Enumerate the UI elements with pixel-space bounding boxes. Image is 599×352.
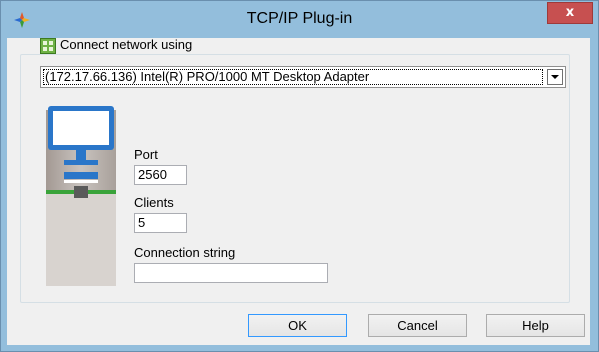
chevron-down-icon[interactable] — [547, 69, 563, 85]
adapter-select[interactable]: (172.17.66.136) Intel(R) PRO/1000 MT Des… — [40, 66, 566, 88]
close-button[interactable]: x — [547, 2, 593, 24]
port-field[interactable]: 2560 — [134, 165, 187, 185]
connection-string-label: Connection string — [134, 245, 236, 260]
computer-icon — [46, 106, 116, 286]
window-title: TCP/IP Plug-in — [246, 10, 353, 27]
adapter-select-value: (172.17.66.136) Intel(R) PRO/1000 MT Des… — [45, 69, 370, 84]
port-label: Port — [134, 147, 158, 162]
network-label: Connect network using — [60, 37, 193, 52]
cancel-button[interactable]: Cancel — [368, 314, 467, 337]
clients-label: Clients — [134, 195, 174, 210]
ok-button[interactable]: OK — [248, 314, 347, 337]
clients-field[interactable]: 5 — [134, 213, 187, 233]
title-bar[interactable]: TCP/IP Plug-in x — [1, 1, 598, 39]
help-button[interactable]: Help — [486, 314, 585, 337]
network-icon — [40, 38, 56, 54]
connection-string-field[interactable] — [134, 263, 328, 283]
